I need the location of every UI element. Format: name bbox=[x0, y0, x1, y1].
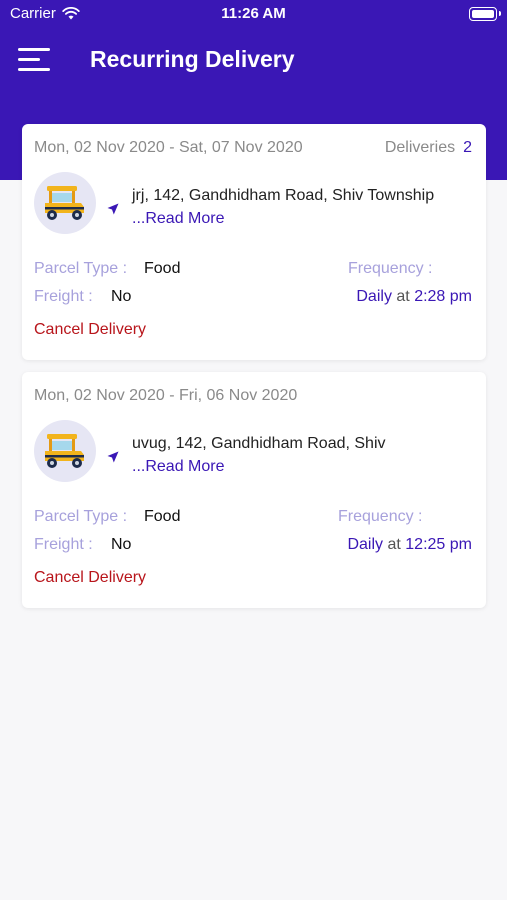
frequency-period: Daily bbox=[347, 536, 384, 553]
frequency-period: Daily bbox=[356, 288, 392, 305]
frequency-at: at bbox=[396, 288, 410, 305]
freight-label: Freight : bbox=[34, 288, 93, 305]
parcel-type-value: Food bbox=[144, 508, 181, 525]
frequency-label: Frequency : bbox=[338, 508, 423, 525]
deliveries-number: 2 bbox=[463, 139, 472, 156]
read-more-link[interactable]: ...Read More bbox=[132, 210, 224, 228]
freight-value: No bbox=[111, 536, 132, 553]
battery-icon bbox=[469, 7, 501, 21]
delivery-address: jrj, 142, Gandhidham Road, Shiv Township bbox=[132, 187, 435, 204]
delivery-card[interactable]: Mon, 02 Nov 2020 - Fri, 06 Nov 2020 uvug… bbox=[22, 372, 486, 608]
navigation-arrow-icon bbox=[107, 203, 119, 215]
vehicle-avatar bbox=[34, 420, 96, 482]
freight-label: Freight : bbox=[34, 536, 93, 553]
frequency-at: at bbox=[387, 536, 401, 553]
frequency-label: Frequency : bbox=[348, 260, 433, 277]
frequency-value: Daily at 2:28 pm bbox=[356, 288, 472, 306]
status-time: 11:26 AM bbox=[221, 5, 286, 22]
auto-rickshaw-icon bbox=[45, 186, 84, 220]
navigation-arrow-icon bbox=[107, 451, 119, 463]
freight-value: No bbox=[111, 288, 132, 305]
date-range: Mon, 02 Nov 2020 - Fri, 06 Nov 2020 bbox=[34, 387, 298, 404]
delivery-card[interactable]: Mon, 02 Nov 2020 - Sat, 07 Nov 2020 Deli… bbox=[22, 124, 486, 360]
parcel-type-value: Food bbox=[144, 260, 181, 277]
date-range: Mon, 02 Nov 2020 - Sat, 07 Nov 2020 bbox=[34, 139, 303, 156]
deliveries-count: Deliveries 2 bbox=[385, 139, 472, 157]
nav-bar: Recurring Delivery bbox=[0, 38, 507, 82]
parcel-type-label: Parcel Type : bbox=[34, 260, 128, 277]
deliveries-label: Deliveries bbox=[384, 139, 456, 156]
read-more-link[interactable]: ...Read More bbox=[132, 458, 224, 476]
frequency-time: 2:28 pm bbox=[414, 288, 472, 305]
frequency-value: Daily at 12:25 pm bbox=[347, 536, 472, 554]
hamburger-menu-icon[interactable] bbox=[18, 48, 52, 72]
vehicle-avatar bbox=[34, 172, 96, 234]
cancel-delivery-button[interactable]: Cancel Delivery bbox=[34, 569, 146, 587]
cancel-delivery-button[interactable]: Cancel Delivery bbox=[34, 321, 146, 339]
status-bar: Carrier 11:26 AM bbox=[0, 0, 507, 28]
delivery-address: uvug, 142, Gandhidham Road, Shiv bbox=[132, 435, 386, 452]
frequency-time: 12:25 pm bbox=[405, 536, 472, 553]
page-title: Recurring Delivery bbox=[90, 46, 295, 72]
auto-rickshaw-icon bbox=[45, 434, 84, 468]
parcel-type-label: Parcel Type : bbox=[34, 508, 128, 525]
